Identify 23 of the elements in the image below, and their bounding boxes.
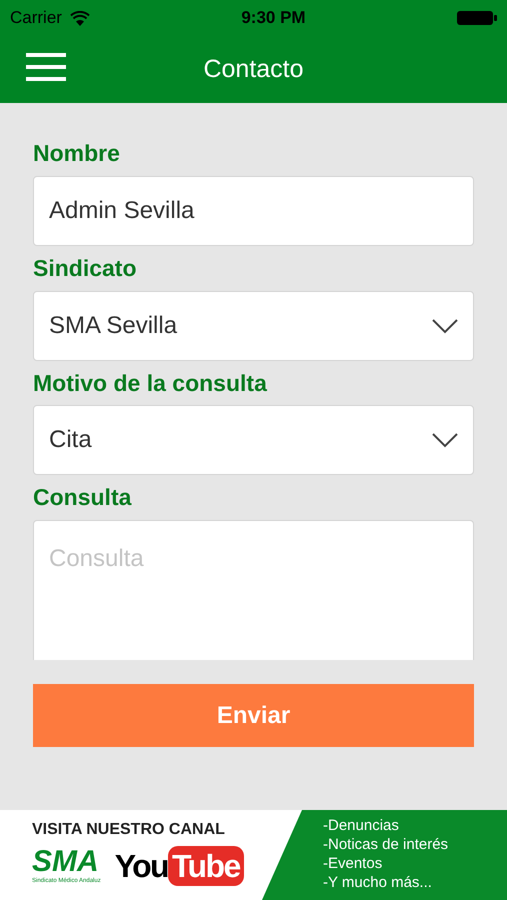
select-field[interactable]: SMA Sevilla (33, 290, 474, 360)
chevron-down-icon (432, 432, 458, 448)
field-label: Consulta (33, 483, 132, 512)
battery-icon (456, 10, 497, 26)
text-field[interactable]: Admin Sevilla (33, 176, 474, 246)
field-label: Sindicato (33, 254, 138, 282)
message-field[interactable]: Consulta (33, 520, 474, 660)
banner-item: -Eventos (323, 854, 384, 873)
banner-heading: VISITA NUESTRO CANAL (32, 820, 226, 840)
banner-item: -Noticas de interés (323, 835, 448, 854)
banner-item: -Y mucho más... (323, 873, 433, 892)
menu-button[interactable] (26, 51, 66, 83)
sma-logo: SMA (32, 846, 100, 876)
carrier-label: Carrier (10, 7, 62, 30)
field-label: Nombre (33, 139, 121, 168)
field-label: Motivo de la consulta (33, 368, 268, 398)
banner-item: -Denuncias (323, 816, 400, 835)
page-title: Contacto (203, 54, 304, 85)
chevron-down-icon (432, 318, 458, 334)
select-field[interactable]: Cita (33, 405, 474, 476)
status-time: 9:30 PM (241, 7, 306, 30)
youtube-logo: YouTube (114, 846, 244, 886)
wifi-icon (70, 10, 90, 26)
